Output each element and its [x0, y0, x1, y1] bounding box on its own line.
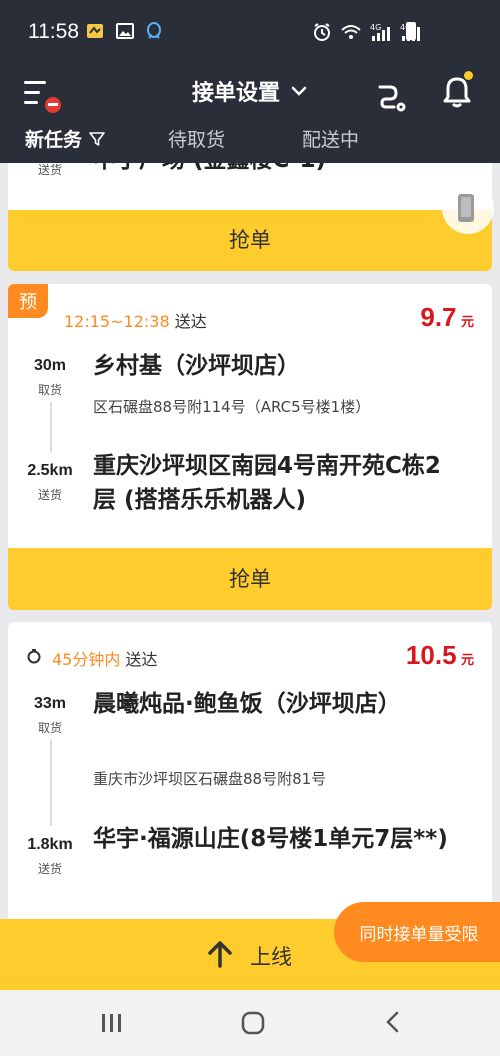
- grab-order-button[interactable]: 抢单: [8, 210, 492, 271]
- battery-icon: [406, 22, 416, 40]
- pickup-label: 取货: [37, 721, 62, 735]
- delivery-label: 送货: [37, 488, 62, 502]
- go-online-label: 上线: [250, 945, 292, 969]
- route-icon[interactable]: [376, 81, 408, 113]
- wifi-icon: [341, 25, 361, 39]
- delivery-time-suffix: 送达: [125, 650, 158, 669]
- chevron-down-icon: [291, 86, 307, 96]
- pickup-label: 取货: [37, 383, 62, 397]
- back-icon[interactable]: [383, 1010, 403, 1034]
- grab-order-button[interactable]: 抢单: [8, 548, 492, 610]
- pickup-place: 晨曦炖品·鲍鱼饭（沙坪坝店）: [93, 691, 401, 717]
- delivery-label: 送货: [37, 862, 62, 876]
- delivery-time-range: 12:15~12:38: [64, 312, 170, 331]
- delivery-label: 送货: [37, 163, 62, 177]
- app-notification-icon: [87, 24, 103, 38]
- image-icon: [116, 23, 134, 39]
- delivery-place: 中于广场 (金鑫楼C-1): [93, 163, 453, 177]
- order-list[interactable]: 送货 中于广场 (金鑫楼C-1) 抢单 预 12:15~12:38 送达 9.7…: [0, 163, 500, 990]
- delivery-place: 华宇·福源山庄(8号楼1单元7层**): [93, 826, 448, 852]
- status-bar: 11:58 4G 4G: [0, 0, 500, 55]
- floating-assist-button[interactable]: [440, 178, 496, 238]
- filter-icon: [88, 132, 105, 146]
- home-icon[interactable]: [240, 1010, 266, 1036]
- menu-icon: [24, 81, 46, 84]
- order-limit-badge[interactable]: 同时接单量受限: [334, 902, 500, 962]
- delivery-time: 12:15~12:38 送达: [64, 308, 207, 332]
- delivery-time: 45分钟内 送达: [52, 646, 157, 670]
- preorder-badge: 预: [8, 284, 48, 318]
- phone-icon: [442, 182, 494, 234]
- svg-text:4G: 4G: [370, 23, 381, 32]
- signal-icon-1: 4G: [370, 23, 390, 41]
- order-price: 10.5 元: [405, 640, 474, 670]
- pickup-distance: 33m: [33, 695, 67, 712]
- order-settings-dropdown[interactable]: 接单设置: [192, 75, 308, 107]
- pickup-address: 重庆市沙坪坝区石碾盘88号附81号: [93, 770, 327, 788]
- route-line: [50, 402, 52, 452]
- delivery-time-suffix: 送达: [174, 312, 207, 331]
- order-card: 预 12:15~12:38 送达 9.7 元 30m 取货 乡村基（沙坪坝店） …: [8, 284, 492, 610]
- page-title: 接单设置: [192, 81, 281, 106]
- qq-icon: [147, 22, 161, 39]
- menu-button[interactable]: [24, 81, 63, 115]
- notification-icons: [85, 21, 163, 41]
- order-tabs: 新任务 待取货 配送中: [0, 125, 500, 163]
- notification-button[interactable]: [437, 71, 477, 111]
- delivery-place: 重庆沙坪坝区南园4号南开苑C栋2层 (搭搭乐乐机器人): [93, 453, 441, 513]
- pickup-place: 乡村基（沙坪坝店）: [93, 353, 300, 379]
- recent-apps-icon[interactable]: [100, 1012, 124, 1034]
- pickup-address: 区石碾盘88号附114号（ARC5号楼1楼）: [93, 398, 371, 416]
- notification-badge: [464, 71, 473, 80]
- tab-pending-pickup[interactable]: 待取货: [168, 125, 225, 152]
- tab-delivering[interactable]: 配送中: [302, 125, 359, 152]
- delivery-time-range: 45分钟内: [52, 650, 121, 669]
- pickup-distance: 30m: [33, 357, 67, 374]
- menu-alert-badge: [43, 95, 63, 115]
- tab-new-tasks[interactable]: 新任务: [25, 125, 105, 152]
- alarm-icon: [314, 23, 330, 41]
- system-nav-bar: [0, 990, 500, 1056]
- app-header: 接单设置 新任务 待取货 配送中: [0, 55, 500, 163]
- route-line: [50, 740, 52, 826]
- order-price: 9.7 元: [420, 302, 474, 332]
- delivery-distance: 1.8km: [27, 836, 73, 853]
- timer-icon: [27, 649, 41, 664]
- delivery-distance: 2.5km: [27, 462, 73, 479]
- status-time: 11:58: [28, 20, 79, 43]
- order-card: 送货 中于广场 (金鑫楼C-1) 抢单: [8, 163, 492, 271]
- arrow-up-icon: [208, 941, 232, 968]
